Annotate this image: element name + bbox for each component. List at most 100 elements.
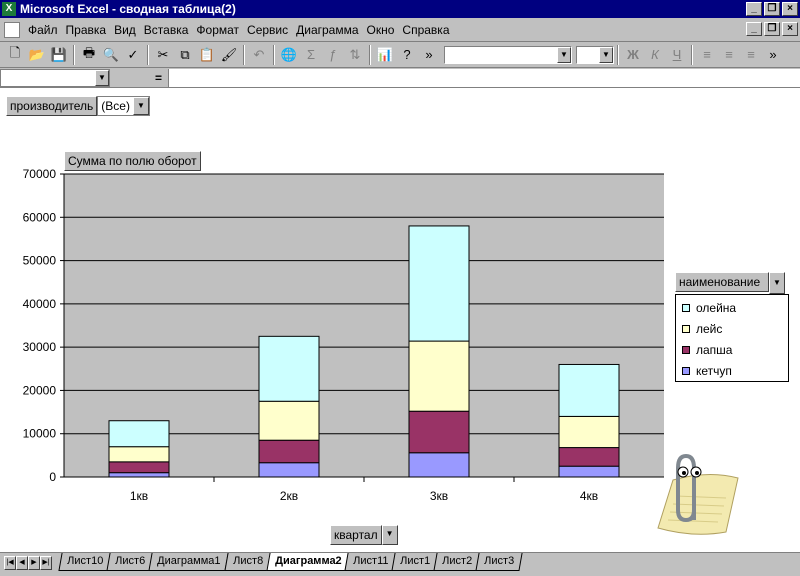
- document-icon[interactable]: [4, 21, 20, 38]
- menu-insert[interactable]: Вставка: [140, 23, 193, 37]
- sheet-tab[interactable]: Диаграмма1: [148, 553, 230, 571]
- legend-swatch: [682, 346, 690, 354]
- toolbar-separator: [369, 44, 371, 65]
- last-sheet-icon[interactable]: ▶|: [40, 556, 52, 570]
- sheet-tab[interactable]: Лист1: [391, 553, 439, 571]
- sheet-tab[interactable]: Лист3: [475, 553, 524, 571]
- print-icon[interactable]: 🖶: [78, 44, 100, 66]
- title-bar: X Microsoft Excel - сводная таблица(2) _…: [0, 0, 800, 18]
- first-sheet-icon[interactable]: |◀: [4, 556, 16, 570]
- paste-icon[interactable]: 📋: [196, 44, 218, 66]
- chevron-down-icon[interactable]: ▼: [557, 46, 571, 63]
- toolbar-separator: [243, 44, 245, 65]
- excel-icon: X: [2, 2, 16, 16]
- function-icon[interactable]: ƒ: [322, 44, 344, 66]
- standard-toolbar: 🗋 📂 💾 🖶 🔍 ✓ ✂ ⧉ 📋 🖌 ↶ 🌐 Σ ƒ ⇅ 📊 ? » ▼ ▼ …: [0, 42, 800, 68]
- doc-restore-button[interactable]: ❐: [764, 22, 780, 36]
- series-field-button[interactable]: наименование: [675, 272, 769, 292]
- legend-item[interactable]: кетчуп: [682, 364, 732, 378]
- sheet-tab[interactable]: Лист8: [223, 553, 272, 571]
- autosum-icon[interactable]: Σ: [300, 44, 322, 66]
- category-field: квартал ▼: [330, 525, 398, 545]
- more-buttons-icon[interactable]: »: [762, 44, 784, 66]
- chevron-down-icon[interactable]: ▼: [95, 70, 109, 86]
- menu-view[interactable]: Вид: [110, 23, 140, 37]
- restore-button[interactable]: ❐: [764, 2, 780, 16]
- sheet-tab[interactable]: Лист6: [106, 553, 154, 571]
- copy-icon[interactable]: ⧉: [174, 44, 196, 66]
- chevron-down-icon[interactable]: ▼: [599, 46, 613, 63]
- y-tick-label: 0: [49, 470, 56, 484]
- bold-icon[interactable]: Ж: [622, 44, 644, 66]
- legend-item[interactable]: лапша: [682, 343, 732, 357]
- undo-icon[interactable]: ↶: [248, 44, 270, 66]
- cut-icon[interactable]: ✂: [152, 44, 174, 66]
- sheet-tab[interactable]: Лист11: [344, 553, 397, 571]
- underline-icon[interactable]: Ч: [666, 44, 688, 66]
- menu-file[interactable]: Файл: [24, 23, 62, 37]
- bar-segment-лейс: [108, 446, 170, 463]
- print-preview-icon[interactable]: 🔍: [100, 44, 122, 66]
- sheet-tab-active[interactable]: Диаграмма2: [265, 553, 350, 571]
- legend-swatch: [682, 325, 690, 333]
- doc-close-button[interactable]: ×: [782, 22, 798, 36]
- legend-item[interactable]: лейс: [682, 322, 722, 336]
- format-painter-icon[interactable]: 🖌: [218, 44, 240, 66]
- chart-wizard-icon[interactable]: 📊: [374, 44, 396, 66]
- open-icon[interactable]: 📂: [26, 44, 48, 66]
- bar-segment-олейна: [408, 225, 470, 342]
- menu-edit[interactable]: Правка: [62, 23, 111, 37]
- next-sheet-icon[interactable]: ▶: [28, 556, 40, 570]
- more-buttons-icon[interactable]: »: [418, 44, 440, 66]
- bar-segment-лейс: [558, 415, 620, 449]
- menu-window[interactable]: Окно: [363, 23, 399, 37]
- bar-segment-лапша: [558, 447, 620, 467]
- bar-segment-лейс: [258, 400, 320, 441]
- legend-item[interactable]: олейна: [682, 301, 736, 315]
- menu-tools[interactable]: Сервис: [243, 23, 292, 37]
- spelling-icon[interactable]: ✓: [122, 44, 144, 66]
- close-button[interactable]: ×: [782, 2, 798, 16]
- toolbar-separator: [617, 44, 619, 65]
- sheet-tab[interactable]: Лист10: [58, 553, 112, 571]
- bar-segment-олейна: [108, 420, 170, 448]
- toolbar-separator: [691, 44, 693, 65]
- prev-sheet-icon[interactable]: ◀: [16, 556, 28, 570]
- category-field-button[interactable]: квартал: [330, 525, 382, 545]
- help-icon[interactable]: ?: [396, 44, 418, 66]
- formula-input[interactable]: [168, 69, 800, 87]
- legend[interactable]: олейна лейс лапша кетчуп: [675, 294, 789, 382]
- bar-segment-олейна: [258, 335, 320, 402]
- toolbar-separator: [73, 44, 75, 65]
- sort-icon[interactable]: ⇅: [344, 44, 366, 66]
- y-tick-label: 40000: [23, 297, 57, 311]
- font-name-combo[interactable]: ▼: [444, 45, 572, 64]
- align-left-icon[interactable]: ≡: [696, 44, 718, 66]
- legend-label: лейс: [696, 322, 723, 336]
- align-center-icon[interactable]: ≡: [718, 44, 740, 66]
- legend-label: олейна: [696, 301, 737, 315]
- formula-bar: ▼ =: [0, 68, 800, 88]
- office-assistant-paperclip[interactable]: [648, 450, 748, 540]
- y-tick-label: 10000: [23, 427, 57, 441]
- save-icon[interactable]: 💾: [48, 44, 70, 66]
- sheet-tab[interactable]: Лист2: [433, 553, 482, 571]
- doc-minimize-button[interactable]: _: [746, 22, 762, 36]
- align-right-icon[interactable]: ≡: [740, 44, 762, 66]
- menu-format[interactable]: Формат: [192, 23, 243, 37]
- font-size-combo[interactable]: ▼: [576, 45, 614, 64]
- menu-chart[interactable]: Диаграмма: [292, 23, 362, 37]
- name-box[interactable]: ▼: [0, 69, 110, 87]
- chevron-down-icon[interactable]: ▼: [381, 525, 398, 545]
- bar-segment-лейс: [408, 340, 470, 412]
- italic-icon[interactable]: К: [644, 44, 666, 66]
- toolbar-separator: [273, 44, 275, 65]
- window-title: Microsoft Excel - сводная таблица(2): [20, 2, 236, 16]
- new-icon[interactable]: 🗋: [4, 44, 26, 66]
- y-tick-label: 20000: [23, 383, 57, 397]
- hyperlink-icon[interactable]: 🌐: [278, 44, 300, 66]
- minimize-button[interactable]: _: [746, 2, 762, 16]
- chevron-down-icon[interactable]: ▼: [769, 272, 785, 294]
- menu-help[interactable]: Справка: [398, 23, 453, 37]
- bar-segment-кетчуп: [108, 472, 170, 478]
